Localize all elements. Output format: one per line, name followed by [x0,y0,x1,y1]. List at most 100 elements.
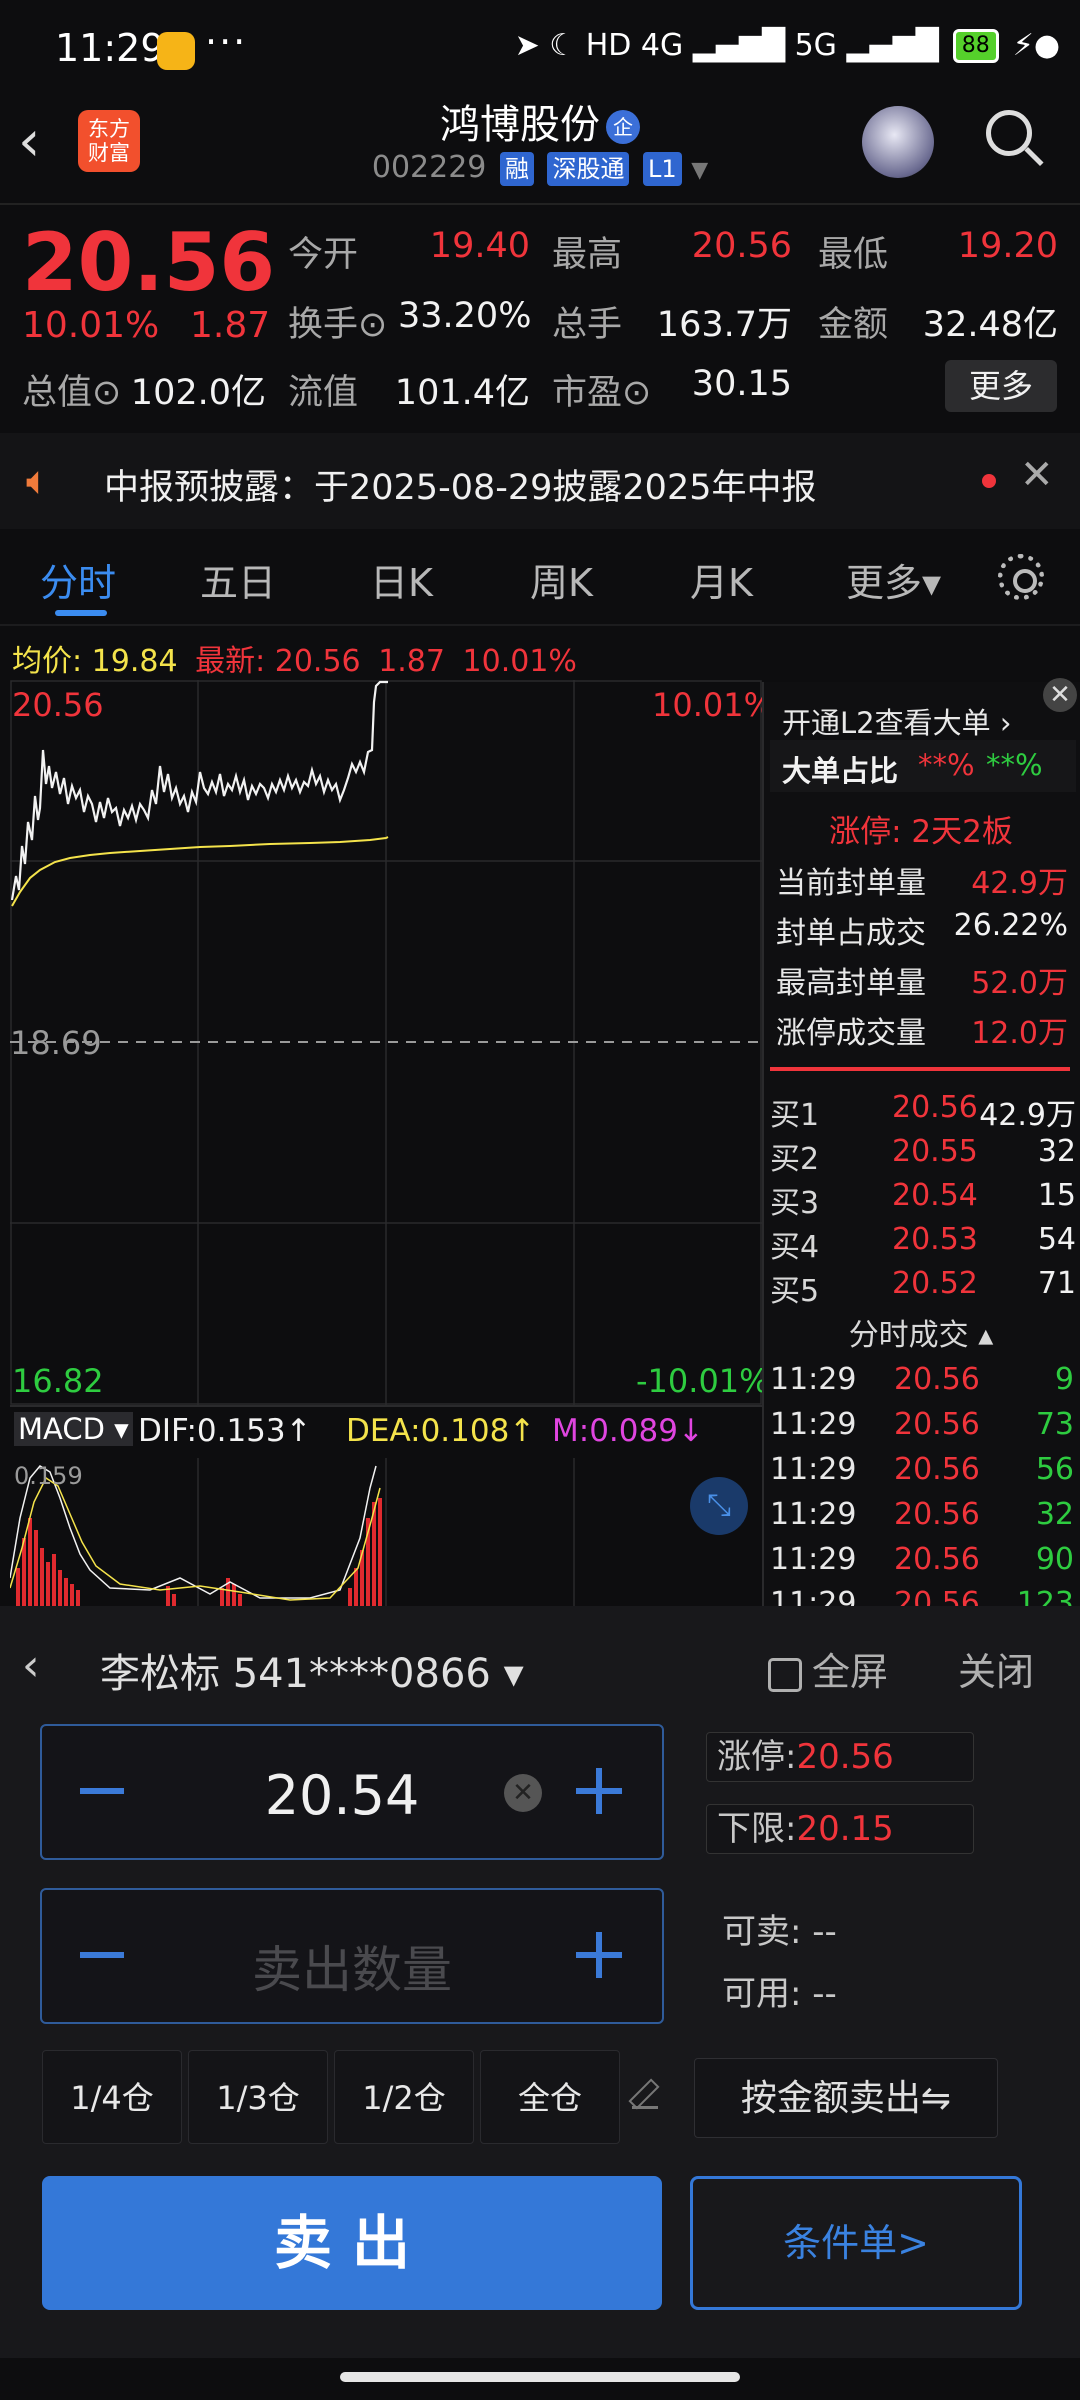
latest-label: 最新: [195,644,266,679]
tick-volume: 56 [1035,1452,1074,1487]
tick-price: 20.56 [894,1407,980,1442]
tick-volume: 32 [1035,1497,1074,1532]
intraday-chart[interactable] [10,680,762,1405]
available-value: -- [812,1974,837,2014]
tick-price: 20.56 [894,1542,980,1577]
tick-trades-header[interactable]: 分时成交 ▴ [762,1310,1080,1354]
latest-change: 1.87 [378,644,445,679]
seal-volume-value: 42.9万 [971,866,1068,901]
clear-icon[interactable]: ✕ [504,1774,542,1812]
amount-value: 32.48亿 [922,305,1058,345]
low-value: 19.20 [957,226,1058,266]
position-quarter-button[interactable]: 1/4仓 [42,2050,182,2144]
more-button[interactable]: 更多 [945,360,1057,412]
position-full-button[interactable]: 全仓 [480,2050,620,2144]
status-time: 11:29 [55,26,165,70]
low-label: 最低 [818,235,889,275]
fullscreen-button[interactable]: 全屏 [768,1641,888,1696]
volume-value: 163.7万 [656,305,792,345]
bid-price: 20.53 [892,1222,978,1257]
status-icons: ➤ ☾ HD 4G ▂▄▆█ 5G ▂▄▆█ 88 ⚡● [515,28,1060,63]
avg-value: 19.84 [91,644,178,679]
tick-time: 11:29 [770,1586,857,1606]
expand-icon[interactable]: ⤡ [690,1477,748,1535]
fullscreen-icon [768,1657,802,1692]
tab-more[interactable]: 更多▾ [846,552,941,607]
unread-dot-icon [982,474,996,488]
close-trade-button[interactable]: 关闭 [958,1641,1034,1696]
sellable-row: 可卖: -- [722,1904,837,1953]
bigorder-sell-pct: **% [986,748,1043,782]
chart-top-price: 20.56 [12,686,104,724]
price-field[interactable]: 20.54 ✕ [40,1724,664,1860]
caret-down-icon[interactable]: ▼ [691,158,708,183]
account-selector[interactable]: 李松标 541****0866 ▾ [100,1641,524,1699]
fullscreen-label: 全屏 [812,1650,889,1694]
lower-limit-value: 20.15 [796,1809,894,1849]
active-tab-indicator [55,610,107,616]
pe-value: 30.15 [691,364,792,404]
limit-up-box[interactable]: 涨停:20.56 [706,1732,974,1782]
tab-five-day[interactable]: 五日 [200,552,276,607]
position-half-button[interactable]: 1/2仓 [334,2050,474,2144]
edit-icon[interactable] [632,2080,658,2109]
seal-volume-label: 当前封单量 [776,866,926,901]
tab-weekly-k[interactable]: 周K [530,552,593,607]
bid-level: 买4 [770,1230,820,1265]
tick-price: 20.56 [894,1452,980,1487]
quantity-field[interactable]: 卖出数量 [40,1888,664,2024]
sellable-label: 可卖: [722,1912,802,1952]
trade-back-icon[interactable]: ‹ [22,1640,40,1691]
tab-daily-k[interactable]: 日K [370,552,433,607]
bid-volume: 42.9万 [979,1098,1076,1133]
macd-indicator-select[interactable]: MACD ▾ [14,1412,133,1446]
chart-prev-close: 18.69 [10,1024,102,1062]
gear-icon[interactable] [998,554,1044,600]
notice-text[interactable]: 中报预披露：于2025-08-29披露2025年中报 [104,459,816,510]
float-value-label: 流值 [288,373,359,413]
limit-up-value: 20.56 [796,1737,894,1777]
bid-price: 20.56 [892,1090,978,1125]
open-l2-link[interactable]: 开通L2查看大单 › [782,700,1011,742]
float-value: 101.4亿 [394,373,530,413]
macd-chart[interactable] [10,1458,762,1606]
price-increase-button[interactable] [576,1768,622,1814]
bid-volume: 54 [1037,1222,1076,1257]
conditional-order-button[interactable]: 条件单> [690,2176,1022,2310]
tab-monthly-k[interactable]: 月K [690,552,753,607]
home-indicator[interactable] [340,2372,740,2382]
limit-up-streak: 涨停: 2天2板 [829,814,1013,850]
battery-icon: 88 [952,28,999,63]
search-icon[interactable] [986,110,1032,156]
qty-increase-button[interactable] [576,1932,622,1978]
bid-level: 买5 [770,1274,820,1309]
change-percent: 10.01% [22,305,160,346]
bid-price: 20.52 [892,1266,978,1301]
stock-name: 鸿博股份 [440,102,600,148]
amount-label: 金额 [818,305,889,345]
lower-limit-box[interactable]: 下限:20.15 [706,1804,974,1854]
enterprise-badge-icon: 企 [606,110,640,144]
quantity-placeholder[interactable]: 卖出数量 [42,1930,662,2002]
shenzhen-connect-tag: 深股通 [547,151,630,186]
notice-close-icon[interactable]: ✕ [1020,452,1054,498]
tick-time: 11:29 [770,1497,857,1532]
speaker-icon: 🔈︎ [26,458,50,504]
change-amount: 1.87 [190,305,271,346]
robot-assistant-icon[interactable] [862,106,934,178]
open-label: 今开 [288,235,359,275]
price-value[interactable]: 20.54 [42,1764,642,1827]
sell-button[interactable]: 卖出 [42,2176,662,2310]
high-label: 最高 [552,235,623,275]
tick-volume: 123 [1016,1586,1074,1606]
sell-by-amount-button[interactable]: 按金额卖出⇋ [694,2058,998,2138]
tick-volume: 9 [1054,1362,1074,1397]
latest-pct: 10.01% [462,644,577,679]
panel-close-icon[interactable]: ✕ [1043,678,1077,712]
network-icons: ➤ ☾ HD 4G ▂▄▆█ 5G ▂▄▆█ [514,28,939,63]
bid-volume: 71 [1037,1266,1076,1301]
bid-price: 20.54 [892,1178,978,1213]
position-third-button[interactable]: 1/3仓 [188,2050,328,2144]
tab-intraday[interactable]: 分时 [40,552,116,607]
max-seal-value: 52.0万 [971,966,1068,1001]
